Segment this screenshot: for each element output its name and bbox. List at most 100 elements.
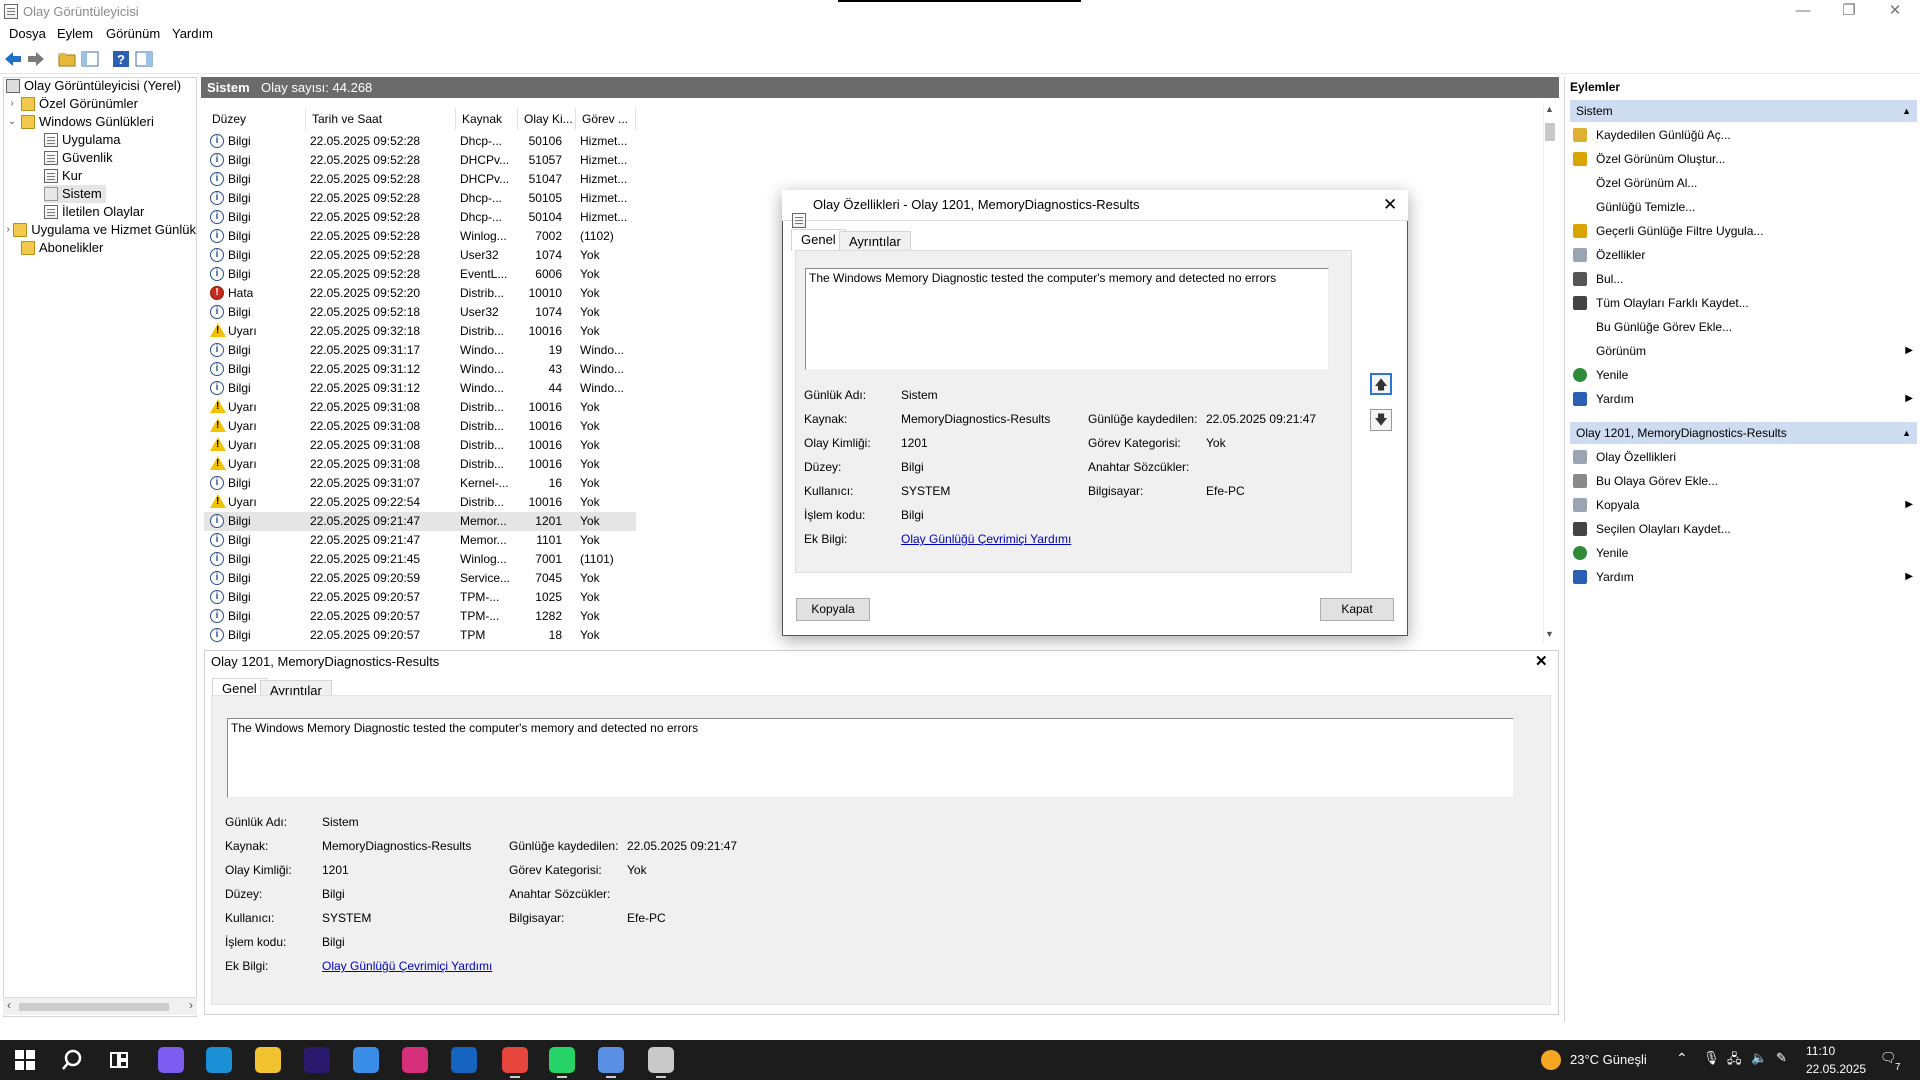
action-item[interactable]: Özel Görünüm Al... (1570, 172, 1917, 194)
action-item[interactable]: Günlüğü Temizle... (1570, 196, 1917, 218)
scroll-up-icon[interactable]: ▲ (1545, 104, 1554, 114)
table-row[interactable]: i Bilgi 22.05.2025 09:52:28 Dhcp-... 50106 Hi… (204, 132, 636, 151)
table-row[interactable]: i Bilgi 22.05.2025 09:31:12 Windo... 44 Windo… (204, 379, 636, 398)
action-item[interactable]: Kopyala ▶ (1570, 494, 1917, 516)
clock-time[interactable]: 11:10 (1806, 1044, 1835, 1058)
action-item[interactable]: Özel Görünüm Oluştur... (1570, 148, 1917, 170)
collapse-icon[interactable]: ▲ (1902, 422, 1911, 444)
actions-section-event[interactable]: Olay 1201, MemoryDiagnostics-Results ▲ (1570, 422, 1917, 444)
start-icon[interactable] (12, 1047, 38, 1073)
whatsapp-icon[interactable] (549, 1047, 575, 1073)
tree-windows-logs[interactable]: ⌄ Windows Günlükleri (6, 113, 154, 131)
chrome-icon[interactable] (502, 1047, 528, 1073)
column-header-source[interactable]: Kaynak (456, 108, 518, 130)
action-item[interactable]: Özellikler (1570, 244, 1917, 266)
table-row[interactable]: i Bilgi 22.05.2025 09:31:12 Windo... 43 Windo… (204, 360, 636, 379)
action-item[interactable]: Yardım ▶ (1570, 388, 1917, 410)
next-event-button[interactable]: 🡇 (1370, 409, 1392, 431)
grid-scroll-thumb[interactable] (1545, 123, 1555, 141)
menu-file[interactable]: Dosya (9, 26, 46, 41)
copy-button[interactable]: Kopyala (796, 598, 870, 621)
dialog-close-button[interactable]: ✕ (1383, 195, 1397, 215)
dialog-tab-details[interactable]: Ayrıntılar (839, 231, 911, 251)
restore-button[interactable]: ❐ (1826, 0, 1872, 24)
table-row[interactable]: i Bilgi 22.05.2025 09:20:57 TPM-... 1025 Yok (204, 588, 636, 607)
action-item[interactable]: Bu Günlüğe Görev Ekle... (1570, 316, 1917, 338)
table-row[interactable]: i Bilgi 22.05.2025 09:52:28 DHCPv... 51057 Hi… (204, 151, 636, 170)
action-item[interactable]: Yardım ▶ (1570, 566, 1917, 588)
column-header-level[interactable]: Düzey (206, 108, 306, 130)
table-row[interactable]: i Bilgi 22.05.2025 09:31:07 Kernel-... 16 Yok (204, 474, 636, 493)
table-row[interactable]: Uyarı 22.05.2025 09:31:08 Distrib... 10016 Y… (204, 398, 636, 417)
folder-up-icon[interactable] (57, 49, 77, 69)
action-item[interactable]: Seçilen Olayları Kaydet... (1570, 518, 1917, 540)
action-item[interactable]: Geçerli Günlüğe Filtre Uygula... (1570, 220, 1917, 242)
table-row[interactable]: i Bilgi 22.05.2025 09:21:47 Memor... 1101 Yok (204, 531, 636, 550)
action-pane-icon[interactable] (134, 49, 154, 69)
pen-icon[interactable]: ✎ (1776, 1050, 1787, 1066)
tree-log-forwarded[interactable]: İletilen Olaylar (44, 203, 144, 221)
action-item[interactable]: Olay Özellikleri (1570, 446, 1917, 468)
preview-more-info-value[interactable]: Olay Günlüğü Çevrimiçi Yardımı (322, 959, 492, 973)
table-row[interactable]: i Bilgi 22.05.2025 09:52:28 Dhcp-... 50105 Hi… (204, 189, 636, 208)
show-hide-tree-icon[interactable] (80, 49, 100, 69)
tree-horizontal-scrollbar[interactable]: ‹ › (3, 997, 197, 1015)
close-window-button[interactable]: ✕ (1872, 0, 1918, 24)
minimize-button[interactable]: — (1780, 0, 1826, 24)
task-view-icon[interactable] (106, 1047, 132, 1073)
tray-chevron-icon[interactable]: ⌃ (1676, 1050, 1688, 1067)
microphone-icon[interactable]: 🎙 (1703, 1050, 1720, 1066)
menu-help[interactable]: Yardım (172, 26, 213, 41)
scroll-thumb[interactable] (19, 1003, 169, 1011)
column-header-task[interactable]: Görev ... (576, 108, 636, 130)
dialog-tab-general[interactable]: Genel (791, 229, 846, 251)
table-row[interactable]: i Bilgi 22.05.2025 09:52:28 Dhcp-... 50104 Hi… (204, 208, 636, 227)
table-row[interactable]: Uyarı 22.05.2025 09:22:54 Distrib... 10016 Y… (204, 493, 636, 512)
volume-icon[interactable]: 🔈 (1751, 1050, 1767, 1066)
table-row[interactable]: i Bilgi 22.05.2025 09:52:28 DHCPv... 51047 Hi… (204, 170, 636, 189)
column-header-event-id[interactable]: Olay Ki... (518, 108, 576, 130)
dialog-more-info-value[interactable]: Olay Günlüğü Çevrimiçi Yardımı (901, 532, 1071, 546)
action-item[interactable]: Bu Olaya Görev Ekle... (1570, 470, 1917, 492)
file-explorer-icon[interactable] (255, 1047, 281, 1073)
previous-event-button[interactable]: 🡅 (1370, 373, 1392, 395)
tree-log-application[interactable]: Uygulama (44, 131, 121, 149)
table-row[interactable]: i Bilgi 22.05.2025 09:21:45 Winlog... 7001 (1… (204, 550, 636, 569)
table-row[interactable]: i Bilgi 22.05.2025 09:52:18 User32 1074 Yok (204, 303, 636, 322)
expand-icon[interactable]: › (6, 95, 18, 113)
premiere-icon[interactable] (304, 1047, 330, 1073)
menu-action[interactable]: Eylem (57, 26, 93, 41)
table-row[interactable]: i Bilgi 22.05.2025 09:20:57 TPM 18 Yok (204, 626, 636, 643)
tree-root[interactable]: Olay Görüntüleyicisi (Yerel) (6, 77, 181, 95)
collapse-icon[interactable]: ⌄ (6, 113, 18, 131)
tree-app-service-logs[interactable]: › Uygulama ve Hizmet Günlük (6, 221, 196, 239)
scroll-right-icon[interactable]: › (189, 998, 193, 1012)
tree-log-security[interactable]: Güvenlik (44, 149, 113, 167)
tree-log-setup[interactable]: Kur (44, 167, 82, 185)
menu-view[interactable]: Görünüm (106, 26, 160, 41)
table-row[interactable]: Uyarı 22.05.2025 09:31:08 Distrib... 10016 Y… (204, 436, 636, 455)
table-row[interactable]: i Bilgi 22.05.2025 09:20:57 TPM-... 1282 Yok (204, 607, 636, 626)
column-header-date[interactable]: Tarih ve Saat (306, 108, 456, 130)
store-icon[interactable] (353, 1047, 379, 1073)
expand-icon[interactable]: › (6, 221, 10, 239)
weather-sun-icon[interactable] (1541, 1050, 1561, 1070)
table-row[interactable]: ! Hata 22.05.2025 09:52:20 Distrib... 10010 Y… (204, 284, 636, 303)
preview-close-button[interactable]: ✕ (1535, 652, 1548, 670)
table-row[interactable]: i Bilgi 22.05.2025 09:21:47 Memor... 1201 Yok (204, 512, 636, 531)
table-row[interactable]: i Bilgi 22.05.2025 09:52:28 EventL... 6006 Yo… (204, 265, 636, 284)
back-arrow-icon[interactable] (3, 49, 23, 69)
copilot-icon[interactable] (158, 1047, 184, 1073)
action-item[interactable]: Yenile (1570, 364, 1917, 386)
instagram-icon[interactable] (402, 1047, 428, 1073)
table-row[interactable]: Uyarı 22.05.2025 09:31:08 Distrib... 10016 Y… (204, 455, 636, 474)
tree-custom-views[interactable]: › Özel Görünümler (6, 95, 138, 113)
forward-arrow-icon[interactable] (26, 49, 46, 69)
collapse-icon[interactable]: ▲ (1902, 100, 1911, 122)
table-row[interactable]: i Bilgi 22.05.2025 09:31:17 Windo... 19 Windo… (204, 341, 636, 360)
weather-text[interactable]: 23°C Güneşli (1570, 1052, 1647, 1067)
clock-date[interactable]: 22.05.2025 (1806, 1062, 1866, 1076)
table-row[interactable]: i Bilgi 22.05.2025 09:52:28 User32 1074 Yok (204, 246, 636, 265)
action-item[interactable]: Yenile (1570, 542, 1917, 564)
search-icon[interactable] (59, 1047, 85, 1073)
